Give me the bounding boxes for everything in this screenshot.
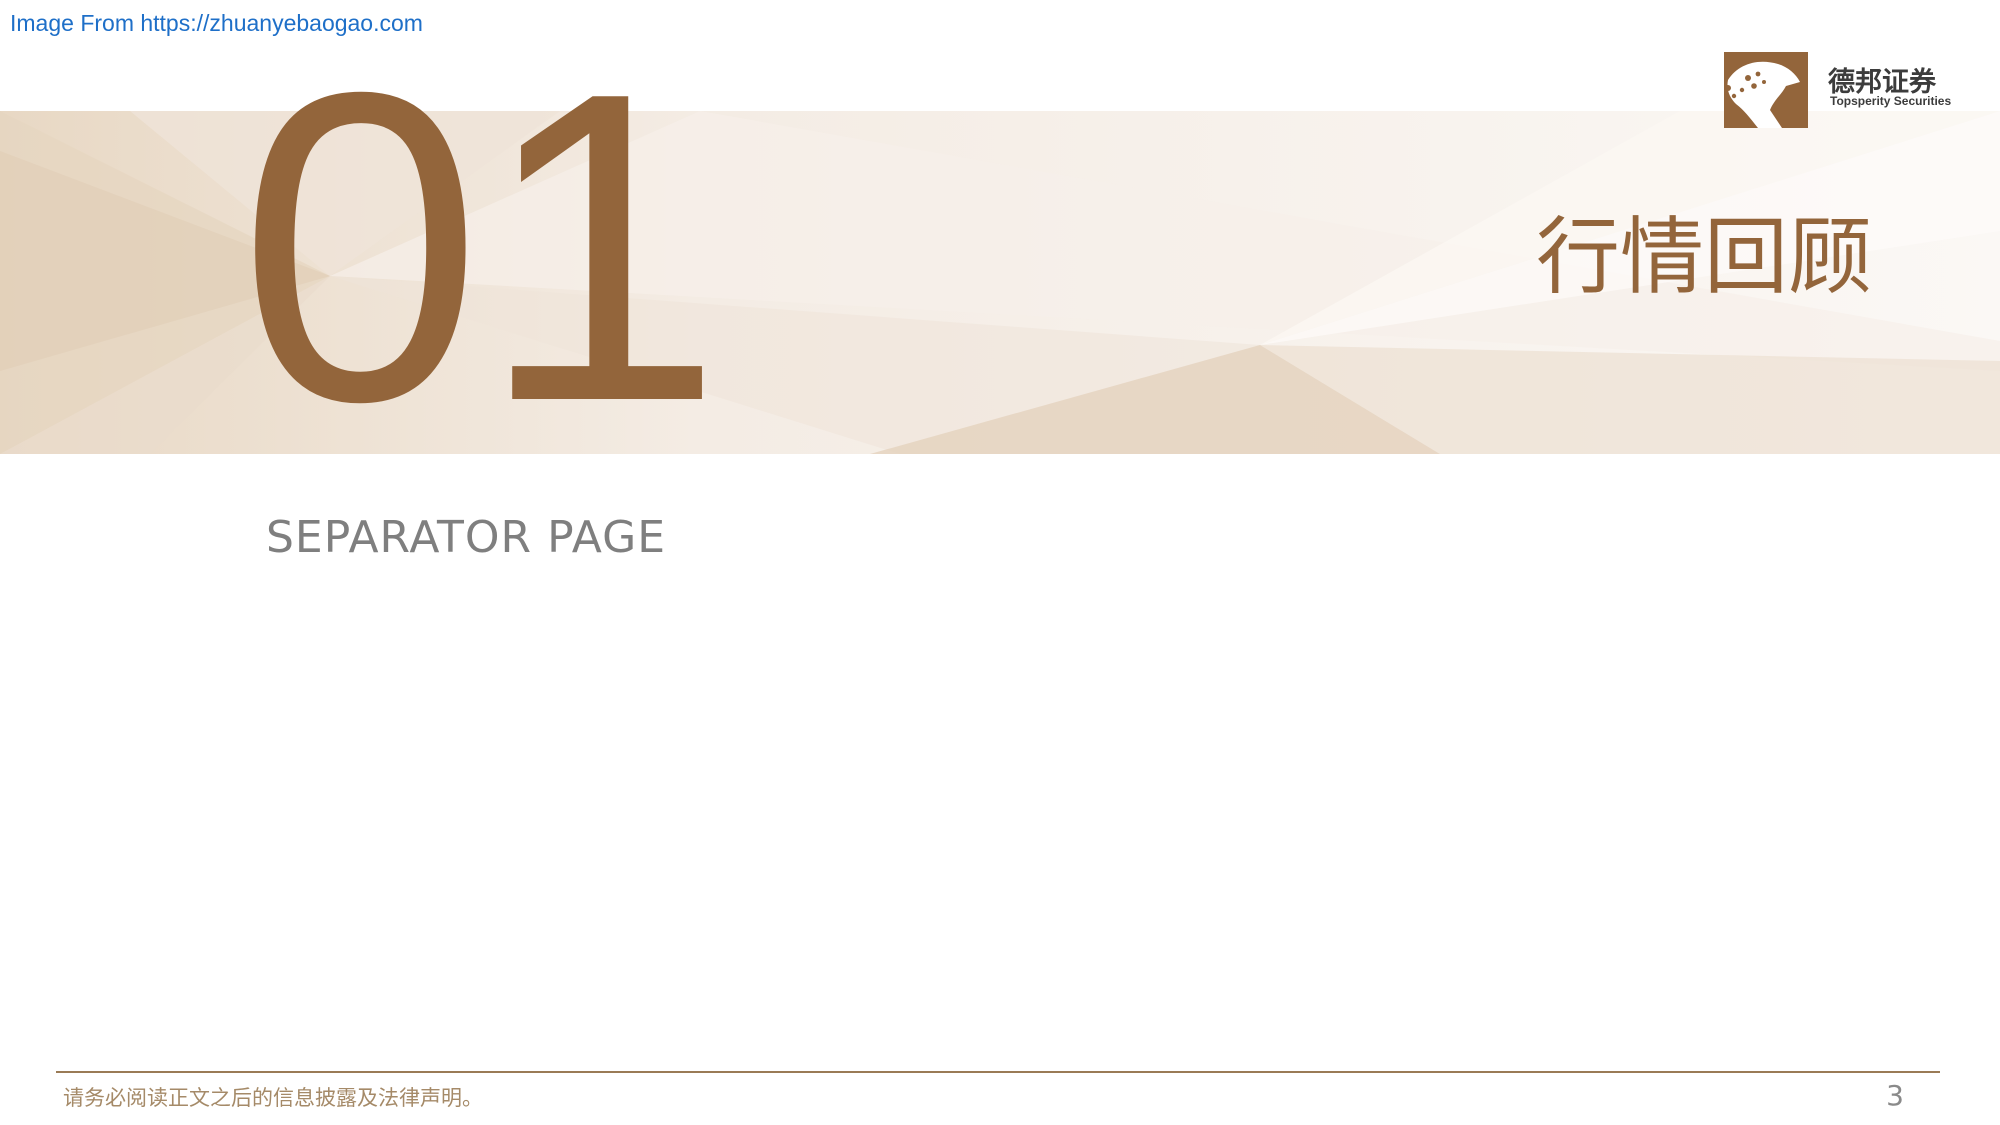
footer-divider [56,1071,1940,1073]
company-logo: 德邦证券 Topsperity Securities [1724,52,1951,128]
page-subtitle: SEPARATOR PAGE [266,512,667,563]
leopard-logo-icon [1724,52,1808,128]
section-number: 01 [238,2,723,493]
section-title: 行情回顾 [1535,208,1872,306]
page-number: 3 [1886,1079,1904,1112]
logo-english-name: Topsperity Securities [1830,94,1952,108]
footer-disclaimer: 请务必阅读正文之后的信息披露及法律声明。 [63,1086,483,1110]
